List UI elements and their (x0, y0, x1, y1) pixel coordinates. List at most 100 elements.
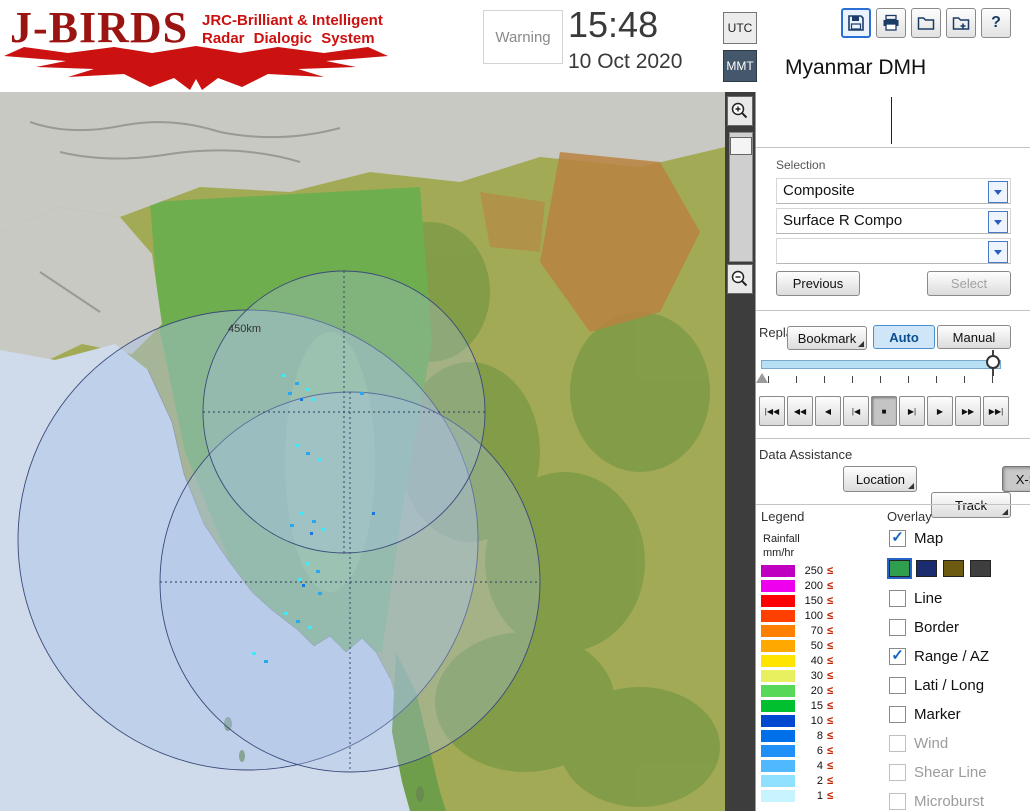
checkbox-marker[interactable] (889, 706, 906, 723)
overlay-item-range-az: ✓ Range / AZ (889, 642, 1029, 671)
transport-button-7[interactable]: ▶▶ (955, 396, 981, 426)
legend-color-swatch (761, 774, 795, 787)
mmt-toggle-button[interactable]: MMT (723, 50, 757, 82)
jbirds-application: J-BIRDS JRC-Brilliant & Intelligent Rada… (0, 0, 1030, 811)
selection-label: Selection (776, 158, 826, 172)
radar-map-canvas: 450km (0, 92, 725, 811)
map-style-swatch[interactable] (887, 558, 912, 579)
transport-controls: |◀◀ ◀◀ ◀ |◀ ■ ▶| ▶ ▶▶ ▶▶| (759, 396, 1009, 426)
zoom-slider-thumb[interactable] (730, 137, 752, 155)
legend-value: 8 (816, 729, 823, 742)
utc-toggle-button[interactable]: UTC (723, 12, 757, 44)
composite-combo[interactable]: Composite (776, 178, 1011, 204)
radar-map-view[interactable]: 450km (0, 92, 725, 811)
legend-row: 6 ≤ (761, 743, 833, 758)
legend-row: 2 ≤ (761, 773, 833, 788)
legend-color-swatch (761, 624, 795, 637)
select-button[interactable]: Select (927, 271, 1011, 296)
separator (756, 310, 1030, 311)
overlay-item-lati-long: Lati / Long (889, 671, 1029, 700)
overlay-label: Range / AZ (914, 648, 990, 665)
save-icon (848, 15, 864, 31)
warning-indicator[interactable]: Warning (483, 10, 563, 64)
bookmark-button[interactable]: Bookmark (787, 326, 867, 350)
legend-value: 1 (816, 789, 823, 802)
legend-lte-symbol: ≤ (827, 699, 834, 712)
legend-row: 150 ≤ (761, 593, 833, 608)
help-button[interactable]: ? (981, 8, 1011, 38)
folder-plus-icon (952, 17, 970, 30)
overlay-item-line: Line (889, 584, 1029, 613)
legend-lte-symbol: ≤ (827, 744, 834, 757)
transport-button-8[interactable]: ▶▶| (983, 396, 1009, 426)
legend-value: 30 (810, 669, 823, 682)
transport-button-6[interactable]: ▶ (927, 396, 953, 426)
zoom-out-button[interactable] (727, 264, 753, 294)
chevron-down-icon[interactable] (988, 181, 1008, 203)
checkbox-lati-long[interactable] (889, 677, 906, 694)
product-combo[interactable]: Surface R Compo (776, 208, 1011, 234)
legend-lte-symbol: ≤ (827, 774, 834, 787)
overlay-item-map: ✓ Map (889, 524, 1029, 553)
legend-color-swatch (761, 609, 795, 622)
open-file-button[interactable] (911, 8, 941, 38)
legend-row: 10 ≤ (761, 713, 833, 728)
chevron-down-icon[interactable] (988, 211, 1008, 233)
extra-combo[interactable] (776, 238, 1011, 264)
previous-button[interactable]: Previous (776, 271, 860, 296)
legend-value: 40 (810, 654, 823, 667)
station-title: Myanmar DMH (785, 56, 927, 79)
legend-row: 70 ≤ (761, 623, 833, 638)
printer-icon (883, 14, 899, 31)
product-combo-value: Surface R Compo (783, 212, 903, 229)
map-style-swatch[interactable] (916, 560, 937, 577)
overlay-item-wind: Wind (889, 729, 1029, 758)
track-button[interactable]: Track (931, 492, 1011, 518)
overlay-label: Map (914, 530, 944, 547)
legend-color-swatch (761, 579, 795, 592)
timeline-thumb[interactable] (986, 355, 1000, 369)
legend-color-swatch (761, 684, 795, 697)
transport-button-2[interactable]: ◀ (815, 396, 841, 426)
legend-row: 15 ≤ (761, 698, 833, 713)
legend-value: 15 (810, 699, 823, 712)
transport-button-4[interactable]: ■ (871, 396, 897, 426)
zoom-in-button[interactable] (727, 96, 753, 126)
checkbox-map[interactable]: ✓ (889, 530, 906, 547)
save-button[interactable] (841, 8, 871, 38)
map-style-swatch[interactable] (943, 560, 964, 577)
legend-row: 40 ≤ (761, 653, 833, 668)
legend-color-swatch (761, 564, 795, 577)
timeline-start-marker[interactable] (756, 373, 768, 383)
location-button[interactable]: Location (843, 466, 918, 492)
transport-button-5[interactable]: ▶| (899, 396, 925, 426)
transport-button-1[interactable]: ◀◀ (787, 396, 813, 426)
separator (756, 147, 1030, 148)
folder-icon (917, 17, 935, 30)
separator (756, 438, 1030, 439)
range-ring-label: 450km (228, 323, 261, 335)
auto-button[interactable]: Auto (873, 325, 935, 349)
overlay-title: Overlay (887, 509, 932, 524)
export-button[interactable] (946, 8, 976, 38)
checkbox-line[interactable] (889, 590, 906, 607)
manual-button[interactable]: Manual (937, 325, 1011, 349)
overlay-label: Microburst (914, 793, 985, 810)
transport-button-0[interactable]: |◀◀ (759, 396, 785, 426)
legend-lte-symbol: ≤ (827, 594, 834, 607)
print-button[interactable] (876, 8, 906, 38)
legend-row: 1 ≤ (761, 788, 833, 803)
checkbox-range-az[interactable]: ✓ (889, 648, 906, 665)
overlay-label: Wind (914, 735, 949, 752)
transport-button-3[interactable]: |◀ (843, 396, 869, 426)
checkbox-border[interactable] (889, 619, 906, 636)
timeline-track[interactable] (761, 360, 1001, 369)
legend-value: 6 (816, 744, 823, 757)
legend-color-swatch (761, 639, 795, 652)
x-section-button[interactable]: X-Section (1001, 466, 1030, 492)
map-style-swatch[interactable] (970, 560, 991, 577)
legend-row: 20 ≤ (761, 683, 833, 698)
zoom-slider-track[interactable] (729, 132, 753, 262)
chevron-down-icon[interactable] (988, 241, 1008, 263)
info-box (776, 95, 1011, 143)
